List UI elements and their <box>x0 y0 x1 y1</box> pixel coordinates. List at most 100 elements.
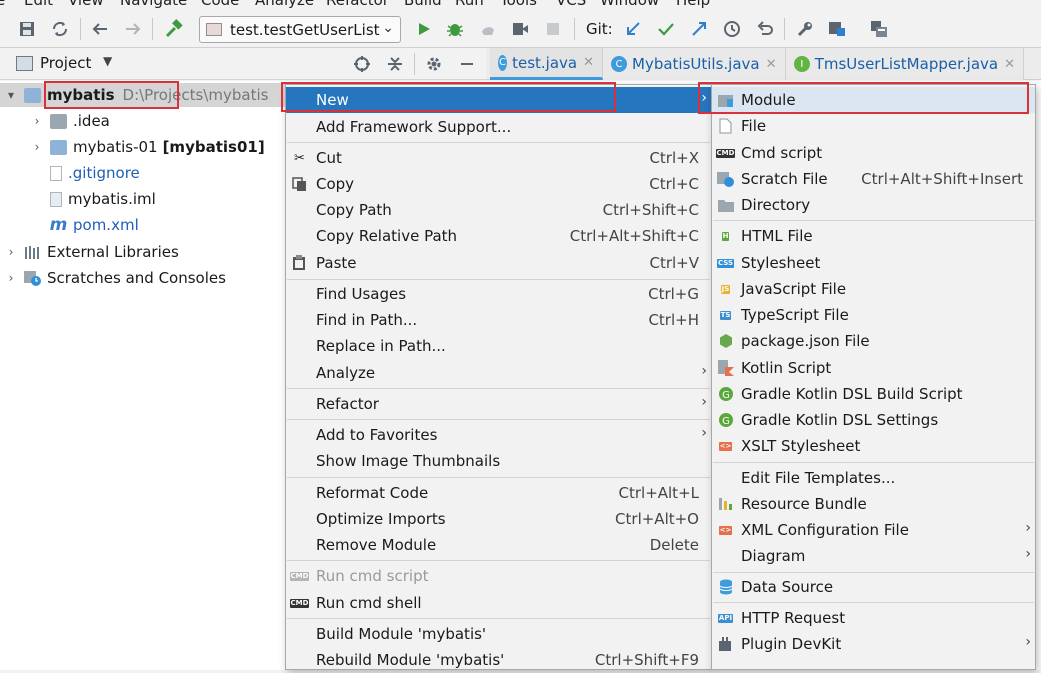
menu-item-find-in-path[interactable]: Find in Path... Ctrl+H <box>286 307 711 333</box>
submenu-item-javascript-file[interactable]: JS JavaScript File <box>712 276 1035 302</box>
menu-item-add-framework-support[interactable]: Add Framework Support... <box>286 114 711 140</box>
menu-item-replace-in-path[interactable]: Replace in Path... <box>286 333 711 359</box>
build-hammer-icon[interactable] <box>163 18 185 40</box>
stop-icon[interactable] <box>542 18 564 40</box>
menu-item-paste[interactable]: Paste Ctrl+V <box>286 250 711 276</box>
menu-item-copy-relative-path[interactable]: Copy Relative Path Ctrl+Alt+Shift+C <box>286 223 711 249</box>
submenu-item-resource-bundle[interactable]: Resource Bundle <box>712 491 1035 517</box>
submenu-item-diagram[interactable]: Diagram › <box>712 543 1035 569</box>
git-commit-icon[interactable] <box>655 18 677 40</box>
sync-icon[interactable] <box>49 18 71 40</box>
menu-edit[interactable]: e <box>0 0 5 9</box>
menu-item-refactor[interactable]: Refactor › <box>286 391 711 417</box>
menu-item-add-to-favorites[interactable]: Add to Favorites › <box>286 422 711 448</box>
menu-item-optimize-imports[interactable]: Optimize Imports Ctrl+Alt+O <box>286 506 711 532</box>
tab-test-java[interactable]: C test.java ✕ <box>490 48 603 80</box>
submenu-item-stylesheet[interactable]: CSS Stylesheet <box>712 250 1035 276</box>
submenu-item-xslt-stylesheet[interactable]: <> XSLT Stylesheet <box>712 433 1035 459</box>
tree-item-gitignore[interactable]: .gitignore <box>50 161 140 185</box>
submenu-item-kotlin-script[interactable]: Kotlin Script <box>712 355 1035 381</box>
menu-item-label: Replace in Path... <box>316 337 446 355</box>
settings-wrench-icon[interactable] <box>794 18 816 40</box>
submenu-item-scratch-file[interactable]: Scratch File Ctrl+Alt+Shift+Insert <box>712 166 1035 192</box>
minimize-icon[interactable] <box>456 53 478 75</box>
tree-item-pom-xml[interactable]: m pom.xml <box>50 213 139 237</box>
submenu-item-edit-file-templates[interactable]: Edit File Templates... <box>712 465 1035 491</box>
submenu-item-data-source[interactable]: Data Source <box>712 574 1035 600</box>
chevron-down-icon[interactable]: ▼ <box>103 54 112 68</box>
menu-item-cut[interactable]: ✂ Cut Ctrl+X <box>286 145 711 171</box>
coverage-icon[interactable] <box>477 18 499 40</box>
menu-window[interactable]: Window <box>600 0 659 9</box>
run-icon[interactable] <box>413 18 435 40</box>
tree-item-external-libraries[interactable]: › External Libraries <box>4 240 179 264</box>
submenu-item-gradle-settings[interactable]: G Gradle Kotlin DSL Settings <box>712 407 1035 433</box>
save-icon[interactable] <box>16 18 38 40</box>
submenu-item-cmd-script[interactable]: CMD Cmd script <box>712 140 1035 166</box>
rollback-icon[interactable] <box>754 18 776 40</box>
menu-edit[interactable]: Edit <box>24 0 53 9</box>
close-icon[interactable]: ✕ <box>766 57 777 72</box>
collapsed-arrow-icon[interactable]: › <box>4 271 18 285</box>
collapsed-arrow-icon[interactable]: › <box>30 140 44 154</box>
collapsed-arrow-icon[interactable]: › <box>30 114 44 128</box>
menu-help[interactable]: Help <box>676 0 710 9</box>
chevron-right-icon: › <box>1025 634 1031 650</box>
menu-item-build-module[interactable]: Build Module 'mybatis' <box>286 621 711 647</box>
terminal-services-icon[interactable] <box>868 18 890 40</box>
menu-item-reformat-code[interactable]: Reformat Code Ctrl+Alt+L <box>286 480 711 506</box>
submenu-item-file[interactable]: File <box>712 113 1035 139</box>
history-clock-icon[interactable] <box>721 18 743 40</box>
menu-item-copy-path[interactable]: Copy Path Ctrl+Shift+C <box>286 197 711 223</box>
menu-code[interactable]: Code <box>201 0 239 9</box>
tree-item-idea[interactable]: › .idea <box>30 109 110 133</box>
collapse-all-icon[interactable] <box>384 53 406 75</box>
menu-item-show-image-thumbnails[interactable]: Show Image Thumbnails <box>286 448 711 474</box>
debug-bug-icon[interactable] <box>444 18 466 40</box>
submenu-item-gradle-build-script[interactable]: G Gradle Kotlin DSL Build Script <box>712 381 1035 407</box>
menu-analyze[interactable]: Analyze <box>255 0 314 9</box>
menu-item-remove-module[interactable]: Remove Module Delete <box>286 532 711 558</box>
menu-navigate[interactable]: Navigate <box>120 0 187 9</box>
locate-target-icon[interactable] <box>351 53 373 75</box>
menu-item-copy[interactable]: Copy Ctrl+C <box>286 171 711 197</box>
submenu-item-typescript-file[interactable]: TS TypeScript File <box>712 302 1035 328</box>
project-structure-icon[interactable] <box>826 18 848 40</box>
submenu-item-plugin-devkit[interactable]: Plugin DevKit › <box>712 631 1035 657</box>
menu-run[interactable]: Run <box>455 0 484 9</box>
tree-item-mybatis-01[interactable]: › mybatis-01 [mybatis01] <box>30 135 265 159</box>
iml-file-icon <box>50 191 62 207</box>
menu-refactor[interactable]: Refactor <box>326 0 389 9</box>
menu-item-find-usages[interactable]: Find Usages Ctrl+G <box>286 281 711 307</box>
git-update-icon[interactable] <box>622 18 644 40</box>
menu-tools[interactable]: Tools <box>500 0 537 9</box>
tab-mybatisutils-java[interactable]: C MybatisUtils.java ✕ <box>603 48 786 80</box>
submenu-item-directory[interactable]: Directory <box>712 192 1035 218</box>
tree-item-scratches[interactable]: › Scratches and Consoles <box>4 266 226 290</box>
close-icon[interactable]: ✕ <box>583 55 594 70</box>
expanded-arrow-icon[interactable]: ▾ <box>4 88 18 102</box>
menu-build[interactable]: Build <box>404 0 442 9</box>
git-push-icon[interactable] <box>688 18 710 40</box>
submenu-item-package-json[interactable]: package.json File <box>712 328 1035 354</box>
menu-item-run-cmd-shell[interactable]: CMD Run cmd shell <box>286 590 711 616</box>
tree-item-mybatis-iml[interactable]: mybatis.iml <box>50 187 156 211</box>
menu-view[interactable]: View <box>68 0 104 9</box>
menu-vcs[interactable]: VCS <box>556 0 586 9</box>
gear-icon[interactable] <box>423 53 445 75</box>
menu-item-analyze[interactable]: Analyze › <box>286 360 711 386</box>
submenu-item-http-request[interactable]: API HTTP Request <box>712 605 1035 631</box>
collapsed-arrow-icon[interactable]: › <box>4 245 18 259</box>
tab-tmsuserlistmapper-java[interactable]: I TmsUserListMapper.java ✕ <box>786 48 1024 80</box>
run-configuration-select[interactable]: test.testGetUserList ⌄ <box>199 16 401 43</box>
menu-item-rebuild-module[interactable]: Rebuild Module 'mybatis' Ctrl+Shift+F9 <box>286 647 711 673</box>
back-arrow-icon[interactable] <box>89 18 111 40</box>
profile-icon[interactable] <box>509 18 531 40</box>
submenu-item-html-file[interactable]: H HTML File <box>712 223 1035 249</box>
project-panel-title[interactable]: Project <box>40 54 91 72</box>
forward-arrow-icon[interactable] <box>122 18 144 40</box>
menu-item-label: Directory <box>741 196 811 214</box>
menu-item-label: XSLT Stylesheet <box>741 437 861 455</box>
submenu-item-xml-configuration-file[interactable]: <> XML Configuration File › <box>712 517 1035 543</box>
close-icon[interactable]: ✕ <box>1004 57 1015 72</box>
